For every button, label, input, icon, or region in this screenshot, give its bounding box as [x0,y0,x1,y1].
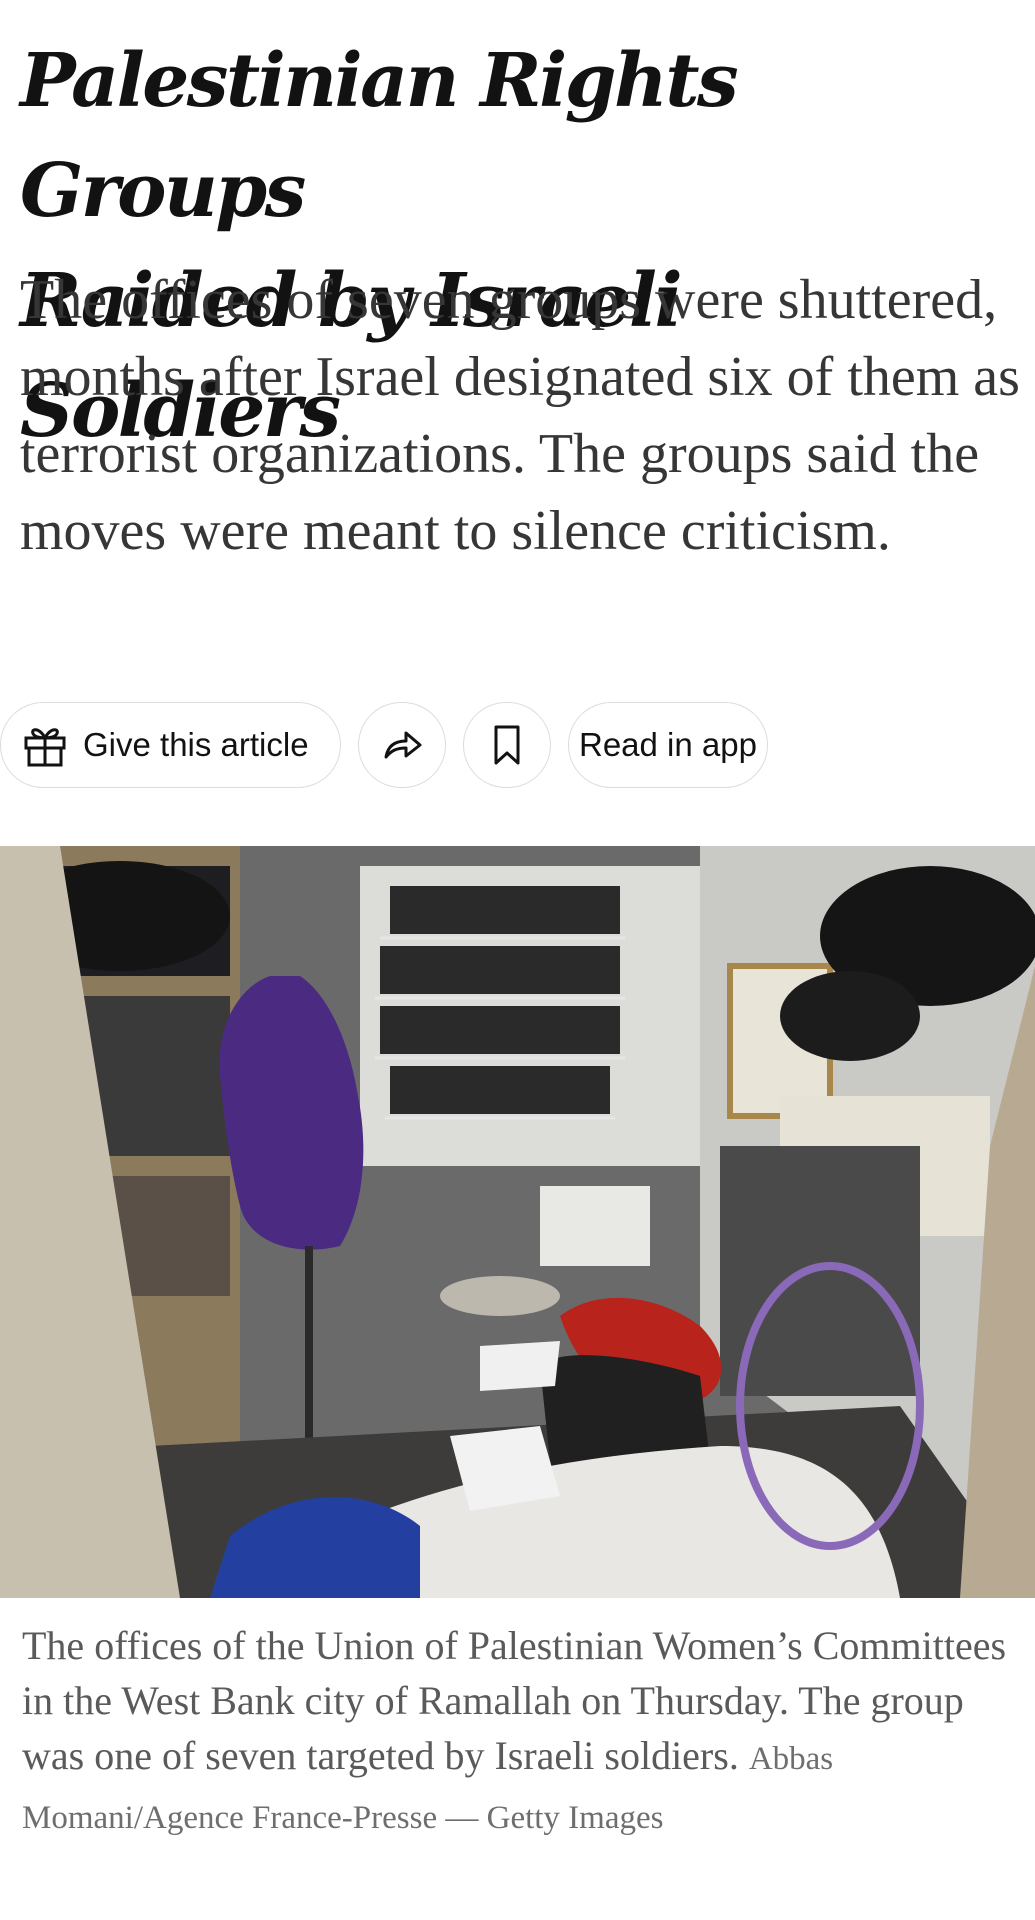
headline-line-1: Palestinian Rights Groups [20,38,739,234]
photo-illustration [0,846,1035,1598]
give-article-button[interactable]: Give this article [0,702,341,788]
give-article-label: Give this article [83,726,309,763]
share-toolbar: Give this article Read in app [0,702,1035,790]
share-arrow-icon [384,731,422,759]
save-button[interactable] [463,702,551,788]
article-summary: The offices of seven groups were shutter… [20,269,1020,562]
caption-text: The offices of the Union of Palestinian … [22,1623,1007,1778]
read-in-app-label: Read in app [579,726,757,763]
gift-icon [24,728,66,767]
share-button[interactable] [358,702,446,788]
article-photo [0,846,1035,1598]
photo-caption: The offices of the Union of Palestinian … [22,1618,1012,1846]
bookmark-icon [494,725,520,765]
read-in-app-button[interactable]: Read in app [568,702,768,788]
